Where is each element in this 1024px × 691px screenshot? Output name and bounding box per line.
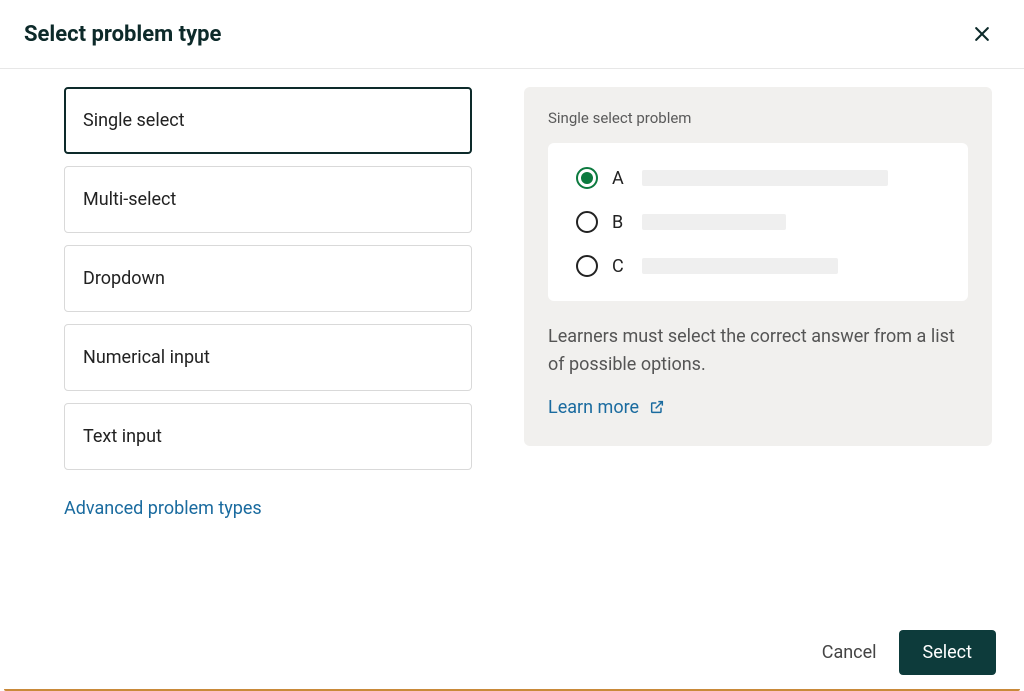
placeholder-bar xyxy=(642,258,838,274)
preview-option-a: A xyxy=(576,167,940,189)
dialog-footer: Cancel Select xyxy=(822,630,996,675)
preview-column: Single select problem A B C Le xyxy=(524,87,992,519)
preview-option-c-label: C xyxy=(612,256,628,277)
radio-checked-icon xyxy=(576,167,598,189)
preview-title: Single select problem xyxy=(548,109,968,127)
placeholder-bar xyxy=(642,214,786,230)
radio-unchecked-icon xyxy=(576,255,598,277)
option-numerical-input[interactable]: Numerical input xyxy=(64,324,472,391)
dialog-title: Select problem type xyxy=(24,22,221,47)
external-link-icon xyxy=(649,399,665,415)
option-text-input[interactable]: Text input xyxy=(64,403,472,470)
close-button[interactable] xyxy=(968,20,996,48)
close-icon xyxy=(972,24,992,44)
option-multi-select[interactable]: Multi-select xyxy=(64,166,472,233)
option-dropdown[interactable]: Dropdown xyxy=(64,245,472,312)
option-single-select[interactable]: Single select xyxy=(64,87,472,154)
preview-option-c: C xyxy=(576,255,940,277)
learn-more-label: Learn more xyxy=(548,397,639,418)
preview-option-b: B xyxy=(576,211,940,233)
placeholder-bar xyxy=(642,170,888,186)
dialog-body: Single select Multi-select Dropdown Nume… xyxy=(0,69,1024,519)
preview-option-a-label: A xyxy=(612,168,628,189)
problem-type-list: Single select Multi-select Dropdown Nume… xyxy=(64,87,472,519)
advanced-problem-types-link[interactable]: Advanced problem types xyxy=(64,498,262,519)
preview-card: A B C xyxy=(548,143,968,301)
preview-panel: Single select problem A B C Le xyxy=(524,87,992,446)
radio-unchecked-icon xyxy=(576,211,598,233)
dialog-header: Select problem type xyxy=(0,0,1024,69)
preview-option-b-label: B xyxy=(612,212,628,233)
preview-description: Learners must select the correct answer … xyxy=(548,323,968,379)
learn-more-link[interactable]: Learn more xyxy=(548,397,665,418)
select-button[interactable]: Select xyxy=(899,630,996,675)
cancel-button[interactable]: Cancel xyxy=(822,642,877,663)
